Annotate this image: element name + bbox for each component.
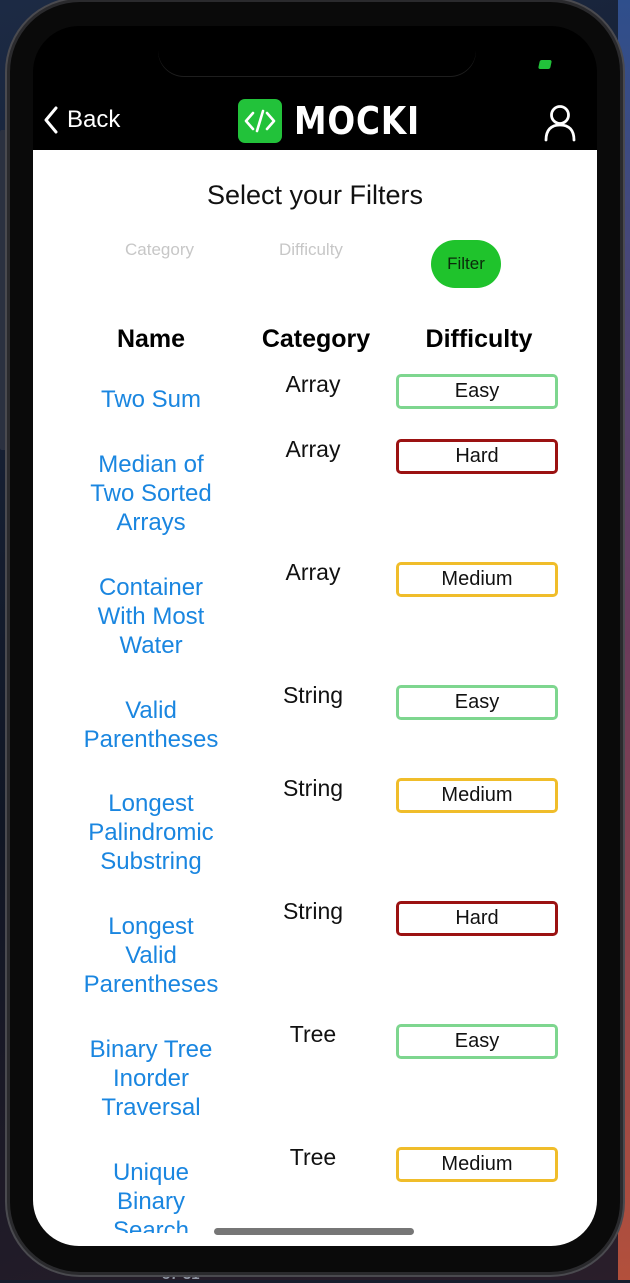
problem-category: Tree	[289, 1144, 337, 1170]
navbar: Back MOCKI	[33, 92, 597, 150]
difficulty-badge: Easy	[396, 685, 558, 720]
difficulty-badge: Hard	[396, 901, 558, 936]
table-row[interactable]: Median of Two Sorted Arrays Array Hard	[33, 435, 597, 558]
problem-category: String	[282, 682, 344, 708]
column-header-difficulty: Difficulty	[425, 325, 533, 353]
problem-category: Array	[285, 436, 341, 462]
column-header-category: Category	[261, 325, 371, 353]
chevron-left-icon	[44, 106, 58, 134]
problem-name[interactable]: Median of Two Sorted Arrays	[77, 450, 225, 537]
filter-bar: Category Difficulty Filter	[33, 240, 597, 300]
table-row[interactable]: Two Sum Array Easy	[33, 370, 597, 435]
problem-name[interactable]: Two Sum	[77, 385, 225, 414]
problem-category: Tree	[289, 1021, 337, 1047]
problem-name[interactable]: Binary Tree Inorder Traversal	[77, 1035, 225, 1122]
difficulty-badge: Easy	[396, 1024, 558, 1059]
column-header-name: Name	[116, 325, 186, 353]
difficulty-filter[interactable]: Difficulty	[279, 240, 343, 260]
problem-category: Array	[285, 559, 341, 585]
problem-name[interactable]: Longest Valid Parentheses	[77, 912, 225, 999]
table-row[interactable]: Valid Parentheses String Easy	[33, 681, 597, 774]
difficulty-badge: Hard	[396, 439, 558, 474]
brand-logo: MOCKI	[238, 98, 441, 144]
problem-list: Two Sum Array Easy Median of Two Sorted …	[33, 370, 597, 1233]
problem-name[interactable]: Unique Binary Search	[77, 1158, 225, 1233]
table-row[interactable]: Unique Binary Search Tree Medium	[33, 1143, 597, 1233]
problem-name[interactable]: Valid Parentheses	[77, 696, 225, 754]
difficulty-badge: Medium	[396, 778, 558, 813]
back-button[interactable]: Back	[43, 102, 120, 138]
table-row[interactable]: Longest Valid Parentheses String Hard	[33, 897, 597, 1020]
problem-category: Array	[285, 371, 341, 397]
notch	[158, 26, 476, 76]
phone-frame: Back MOCKI Select your Filters Category …	[10, 2, 620, 1272]
difficulty-badge: Easy	[396, 374, 558, 409]
code-icon	[238, 99, 282, 143]
table-row[interactable]: Container With Most Water Array Medium	[33, 558, 597, 681]
category-filter[interactable]: Category	[125, 240, 194, 260]
background-window-edge	[0, 130, 10, 450]
brand-name: MOCKI	[294, 99, 421, 143]
problem-category: String	[282, 898, 344, 924]
back-label: Back	[67, 106, 121, 133]
table-header: Name Category Difficulty	[33, 325, 597, 365]
problem-name[interactable]: Longest Palindromic Substring	[77, 789, 225, 876]
difficulty-badge: Medium	[396, 1147, 558, 1182]
page-title: Select your Filters	[206, 180, 424, 210]
profile-button[interactable]	[543, 104, 577, 142]
table-row[interactable]: Longest Palindromic Substring String Med…	[33, 774, 597, 897]
problem-name[interactable]: Container With Most Water	[77, 573, 225, 660]
user-icon	[544, 105, 576, 142]
main-content: Select your Filters Category Difficulty …	[33, 150, 597, 1246]
filter-button[interactable]: Filter	[431, 240, 501, 288]
phone-screen: Back MOCKI Select your Filters Category …	[33, 26, 597, 1246]
problem-category: String	[282, 775, 344, 801]
status-indicator-icon	[538, 60, 552, 69]
home-indicator[interactable]	[214, 1228, 414, 1235]
difficulty-badge: Medium	[396, 562, 558, 597]
table-row[interactable]: Binary Tree Inorder Traversal Tree Easy	[33, 1020, 597, 1143]
